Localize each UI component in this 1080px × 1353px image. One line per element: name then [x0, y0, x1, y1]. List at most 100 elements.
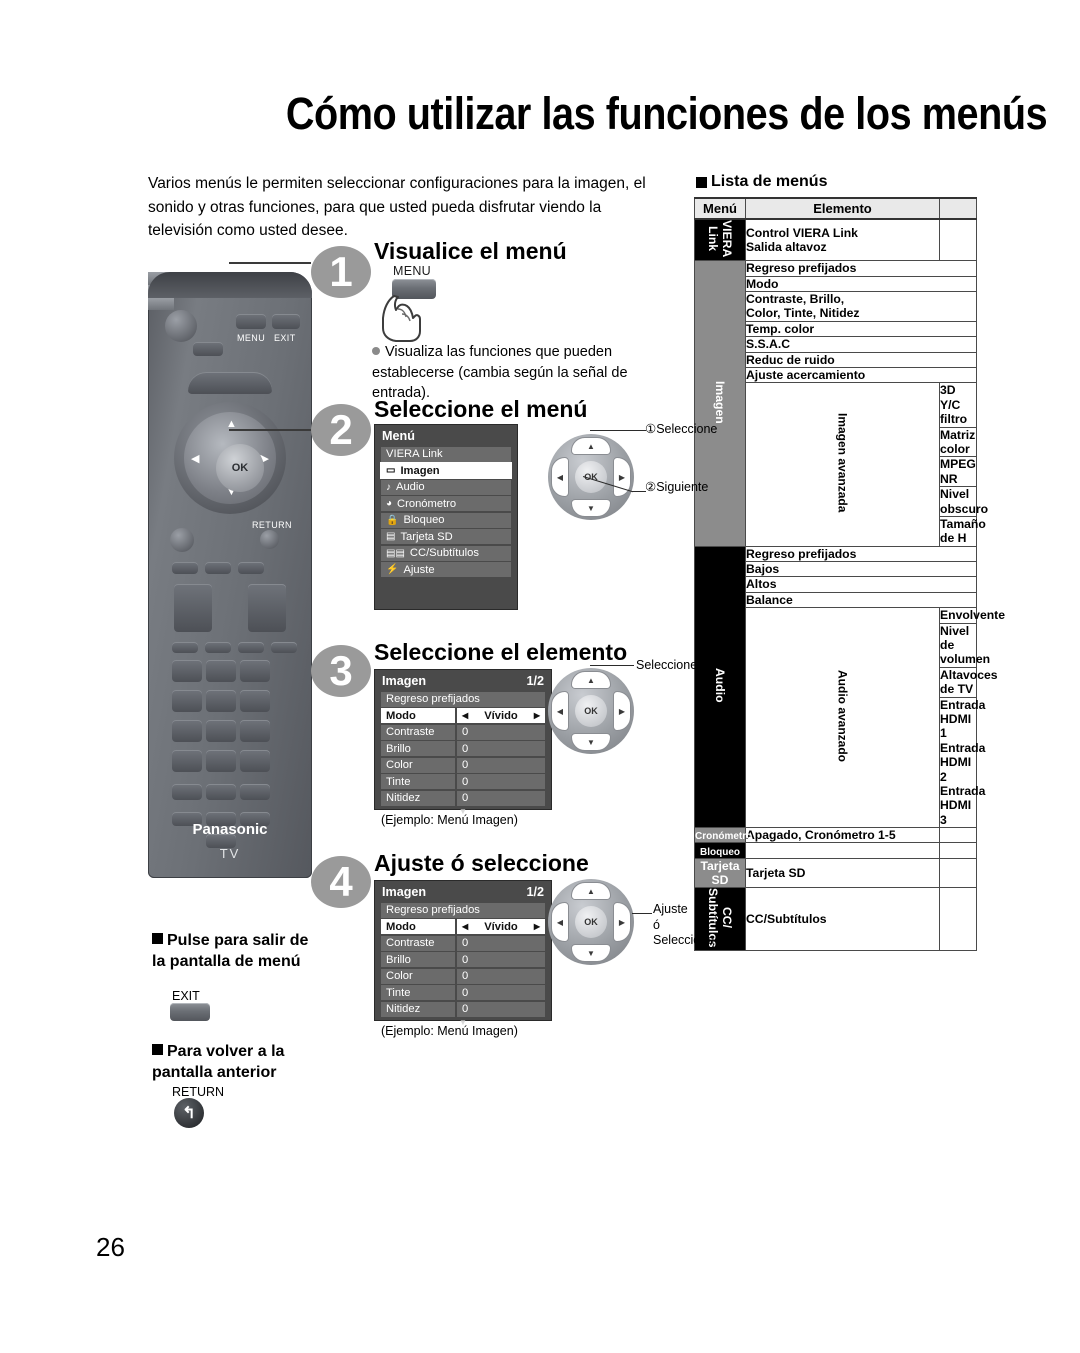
menu-category-cell: Audio	[694, 545, 746, 829]
osd-imagen-row[interactable]: Contraste 0	[381, 935, 545, 951]
step4-dpad-diagram: ▲ ▼ ◀ ▶ OK	[548, 879, 634, 965]
square-bullet-icon	[696, 176, 707, 188]
osd-value-left-arrow-icon[interactable]: ◀	[462, 711, 468, 720]
step3-dpad-left: ◀	[551, 691, 569, 731]
menu-list-item-cell: Control VIERA Link Salida altavoz	[745, 218, 940, 262]
osd-imagen-row[interactable]: Modo ◀ Vívido ▶	[381, 708, 545, 723]
osd-menu-item[interactable]: ⚡ Ajuste	[381, 562, 511, 577]
osd-menu-item-icon: ▤▤	[386, 547, 405, 559]
menu-list-table: Menú Elemento VIERA Link Control VIERA Lin…	[694, 197, 1005, 952]
step2-dpad-diagram: ▲ ▼ ◀ ▶ OK	[548, 434, 634, 520]
step4-callout-1: Ajuste ó Seleccione	[653, 902, 715, 948]
osd-value-right-arrow-icon[interactable]: ▶	[534, 711, 540, 720]
remote-keypad-1	[172, 660, 202, 682]
table-row: CC/Subtítulos CC/Subtítulos	[694, 886, 977, 952]
step2-dpad-ok: OK	[575, 461, 607, 493]
remote-keypad-8	[206, 720, 236, 742]
column-header-menu: Menú	[694, 197, 746, 220]
osd-imagen-row-label: Brillo	[381, 952, 455, 967]
osd-imagen-row-label: Contraste	[381, 724, 455, 740]
remote-keypad-9	[240, 720, 270, 742]
osd-imagen-row[interactable]: Color 0	[381, 968, 545, 984]
menu-subcategory-label: Audio avanzado	[835, 670, 850, 763]
osd-menu-item[interactable]: VIERA Link	[381, 446, 511, 462]
menu-list-item-cell: Regreso prefijados	[745, 260, 977, 277]
step-2-title: Seleccione el menú	[374, 396, 588, 422]
step-1-note: Visualiza las funciones que pueden estab…	[372, 342, 662, 404]
osd-imagen-page-4: 1/2	[526, 885, 544, 899]
table-row: VIERA Link Control VIERA Link Salida altavo…	[694, 218, 977, 262]
remote-small-button-1	[172, 642, 198, 653]
step-4-caption: (Ejemplo: Menú Imagen)	[381, 1024, 518, 1038]
osd-menu-item[interactable]: ♪ Audio	[381, 479, 511, 495]
table-row: Imagen Regreso prefijados	[694, 260, 977, 547]
step3-callout-1: Seleccione	[636, 658, 698, 672]
osd-menu-item-icon: ♪	[386, 481, 391, 493]
remote-arc-button	[188, 372, 272, 394]
intro-paragraph: Varios menús le permiten seleccionar con…	[148, 175, 646, 240]
step4-callout-line	[632, 913, 652, 915]
osd-menu-item[interactable]: ◕ Cronómetro	[381, 496, 511, 511]
osd-imagen-row[interactable]: Nitidez 0	[381, 1001, 545, 1017]
osd-imagen-row-value: 0	[457, 774, 545, 789]
step-1-number: 1	[311, 246, 371, 298]
osd-value-left-arrow-icon[interactable]: ◀	[462, 922, 468, 931]
osd-menu-item-label: CC/Subtítulos	[409, 547, 479, 559]
osd-menu-item-label: Bloqueo	[403, 514, 445, 526]
osd-menu-item-label: VIERA Link	[386, 448, 443, 460]
remote-small-button-4	[271, 642, 297, 653]
step-3-title: Seleccione el elemento	[374, 639, 628, 665]
osd-menu-item[interactable]: ▤ Tarjeta SD	[381, 529, 511, 544]
osd-menu-item[interactable]: 🔒 Bloqueo	[381, 512, 511, 528]
step2-callout-2: ②Siguiente	[645, 480, 709, 494]
osd-menu-item[interactable]: ▭ Imagen	[381, 463, 511, 478]
menu-list-item-cell: Entrada HDMI 1 Entrada HDMI 2 Entrada HDMI…	[939, 696, 986, 829]
menu-list-item-cell: Altos	[745, 576, 977, 593]
remote-keypad-4	[172, 690, 202, 712]
menu-list-item-cell: Bajos	[745, 561, 977, 578]
osd-menu-item[interactable]: ▤▤ CC/Subtítulos	[381, 545, 511, 561]
osd-imagen-row[interactable]: Color 0	[381, 757, 545, 773]
remote-button-top-2	[272, 314, 300, 329]
menu-category-label: Imagen	[713, 380, 727, 424]
osd-imagen-row-value: 0	[457, 935, 545, 951]
step-3-caption: (Ejemplo: Menú Imagen)	[381, 813, 518, 827]
osd-imagen-row[interactable]: Tinte 0	[381, 985, 545, 1000]
osd-imagen-row[interactable]: Tinte 0	[381, 774, 545, 789]
hand-pointer-icon	[382, 295, 421, 342]
remote-small-button-3	[238, 642, 264, 653]
osd-imagen-row[interactable]: Brillo 0	[381, 952, 545, 967]
note-exit-text: Pulse para salir de la pantalla de menú	[152, 932, 309, 971]
osd-imagen-rows-3: Modo ◀ Vívido ▶ Contraste 0 Brillo 0 Color 0 Tinte…	[375, 708, 551, 806]
menu-list-ref-cell	[939, 827, 977, 844]
osd-main-menu: Menú VIERA Link ▭ Imagen ♪ Audio ◕ Cronómetro 🔒…	[374, 424, 518, 610]
osd-imagen-row[interactable]: Modo ◀ Vívido ▶	[381, 919, 545, 934]
osd-imagen-header-4: Imagen 1/2	[375, 881, 551, 901]
osd-imagen-row[interactable]: Brillo 0	[381, 741, 545, 756]
osd-imagen-firstrow-3: Regreso prefijados	[381, 691, 545, 707]
osd-imagen-row[interactable]: Nitidez 0	[381, 790, 545, 806]
menu-list-item-cell: Modo	[745, 275, 977, 293]
osd-imagen-menu-step4: Imagen 1/2 Regreso prefijados Modo ◀ Vívid…	[374, 880, 552, 1027]
osd-menu-item-icon: 🔒	[386, 514, 399, 526]
osd-imagen-row[interactable]: Contraste 0	[381, 724, 545, 740]
osd-imagen-row-value: ◀ Vívido ▶	[457, 708, 545, 723]
step1-menu-button-label: MENU	[393, 264, 432, 278]
remote-button-left-2	[170, 528, 194, 552]
menu-list-item-cell: S.S.A.C	[745, 336, 977, 353]
osd-menu-item-icon: ⚡	[386, 564, 399, 575]
osd-imagen-row-value: ◀ Vívido ▶	[457, 919, 545, 934]
step4-dpad-up: ▲	[571, 882, 611, 900]
menu-category-label: Bloqueo	[700, 846, 740, 858]
osd-value-right-arrow-icon[interactable]: ▶	[534, 922, 540, 931]
remote-fn-button-1	[172, 784, 202, 800]
menu-category-cell: Cronómetro	[694, 827, 752, 844]
remote-keypad-3	[240, 660, 270, 682]
menu-list-item-cell: Matriz color	[939, 426, 977, 458]
step-2-number: 2	[311, 404, 371, 456]
step4-dpad-left: ◀	[551, 902, 569, 942]
menu-list-item-cell: Contraste, Brillo, Color, Tinte, Nitidez	[745, 291, 977, 322]
menu-list-ref-cell	[939, 218, 977, 262]
osd-imagen-page-3: 1/2	[526, 674, 544, 688]
remote-control-illustration: MENU EXIT ▲ ▼ ◀ ▶ OK RETURN Panasonic TV	[148, 272, 312, 878]
